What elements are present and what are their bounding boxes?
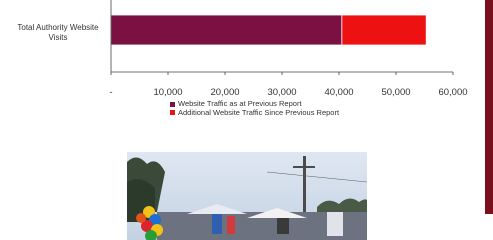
legend-swatch-additional	[170, 110, 175, 116]
bar-additional-traffic	[341, 14, 427, 46]
x-tick-label: 50,000	[381, 87, 410, 98]
category-label-line1: Total Authority Website	[17, 23, 99, 32]
bar-previous-traffic	[110, 14, 343, 46]
legend-label-additional: Additional Website Traffic Since Previou…	[178, 107, 340, 117]
chart-legend: Website Traffic as at Previous Report Ad…	[170, 99, 340, 118]
x-tick-label: 40,000	[324, 87, 353, 98]
x-tick-label: -	[109, 87, 112, 98]
legend-item-additional: Additional Website Traffic Since Previou…	[170, 107, 340, 118]
x-tick-label: 60,000	[438, 87, 467, 98]
event-photo	[127, 152, 367, 240]
x-tick-label: 20,000	[210, 87, 239, 98]
category-label-line2: Visits	[49, 33, 68, 42]
x-tick-label: 10,000	[153, 87, 182, 98]
side-accent-bar	[485, 0, 493, 214]
legend-swatch-previous	[170, 101, 175, 107]
x-tick-label: 30,000	[267, 87, 296, 98]
